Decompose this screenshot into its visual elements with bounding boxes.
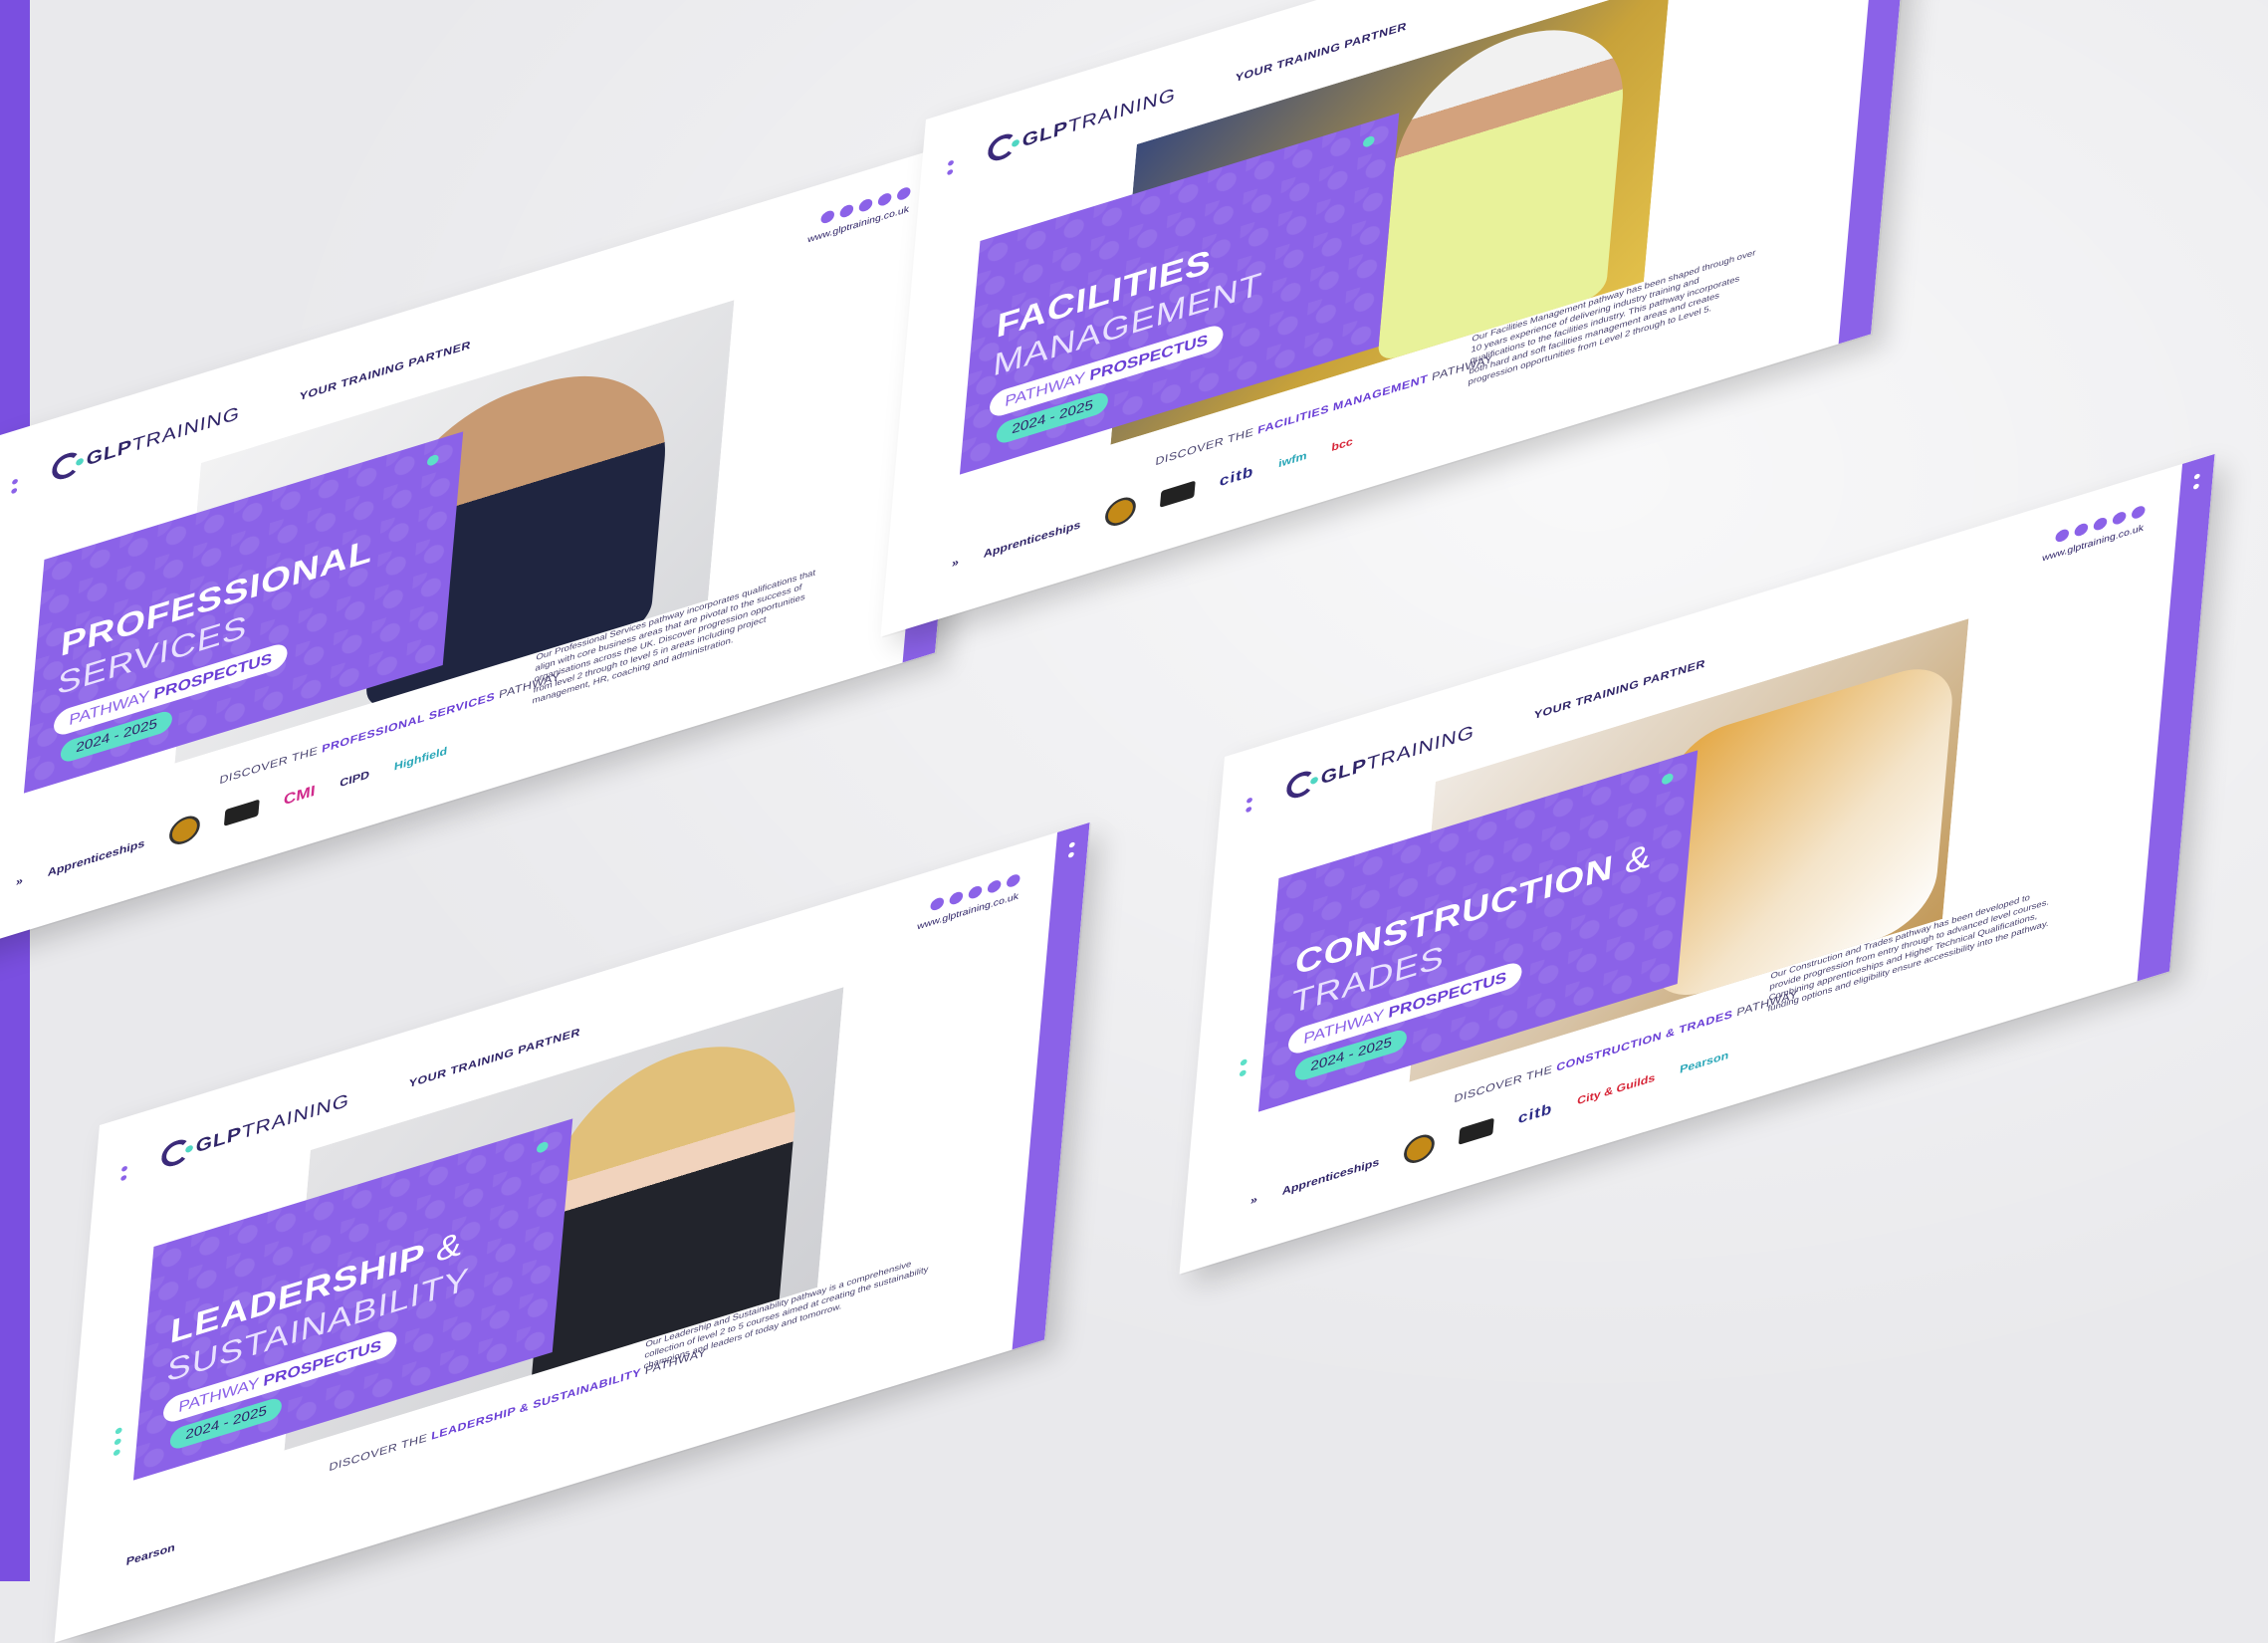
decorative-dots	[113, 1426, 122, 1462]
logo-pearson: Pearson	[125, 1540, 176, 1568]
brochure-professional-services: GLPTRAINING YOUR TRAINING PARTNER www.gl…	[0, 134, 981, 956]
logo-city-guilds: City & Guilds	[1576, 1070, 1656, 1107]
spine: BUILDING FUTURES | CRAFTING CAREERS	[1838, 0, 1917, 345]
brochure-facilities-management: GLPTRAINING YOUR TRAINING PARTNER www.gl…	[880, 0, 1917, 637]
decorative-dots	[120, 1165, 128, 1185]
seal-icon	[168, 812, 202, 848]
instagram-icon	[839, 203, 854, 219]
linkedin-icon	[858, 197, 873, 214]
chevron-icon: »	[1249, 1192, 1258, 1207]
seal-icon	[1104, 493, 1138, 530]
glp-logo-icon	[987, 129, 1019, 164]
logo-apprenticeships: Apprenticeships	[47, 835, 145, 879]
chevron-icon: »	[15, 873, 24, 888]
title-bold: CONSTRUCTION &	[1293, 836, 1654, 983]
badge-icon	[223, 799, 260, 826]
spine: BUILDING FUTURES | CRAFTING CAREERS	[1012, 822, 1090, 1350]
seal-icon	[1403, 1130, 1437, 1167]
decorative-dots	[11, 478, 19, 498]
facebook-icon	[820, 208, 835, 225]
youtube-icon	[987, 878, 1002, 895]
instagram-icon	[2074, 522, 2089, 538]
decorative-dots	[947, 159, 955, 179]
tiktok-icon	[896, 185, 911, 202]
chevron-icon: »	[951, 555, 960, 570]
facebook-icon	[2055, 527, 2070, 544]
logo-citb: citb	[1517, 1098, 1554, 1127]
badge-icon	[1458, 1117, 1494, 1145]
glp-logo-icon	[160, 1135, 192, 1170]
badge-icon	[1159, 480, 1196, 508]
youtube-icon	[877, 191, 892, 208]
linkedin-icon	[968, 884, 983, 901]
spine	[2137, 453, 2215, 982]
logo-cmi: CMI	[283, 781, 317, 809]
logo-bcc: bcc	[1330, 434, 1354, 454]
logo-apprenticeships: Apprenticeships	[983, 517, 1081, 561]
decorative-dots	[1239, 1057, 1247, 1082]
partner-logos: Pearson	[125, 1540, 175, 1568]
logo-highfield: Highfield	[393, 743, 448, 773]
glp-logo-icon	[1285, 767, 1317, 802]
logo-citb: citb	[1219, 461, 1255, 490]
logo-pearson: Pearson	[1679, 1048, 1729, 1075]
logo-cipd: CIPD	[339, 767, 370, 790]
logo-apprenticeships: Apprenticeships	[1281, 1154, 1380, 1198]
glp-logo-icon	[51, 448, 83, 483]
tiktok-icon	[1006, 872, 1021, 889]
instagram-icon	[949, 890, 964, 906]
youtube-icon	[2112, 510, 2127, 527]
brochure-construction-trades: GLPTRAINING YOUR TRAINING PARTNER www.gl…	[1179, 453, 2215, 1275]
linkedin-icon	[2093, 516, 2108, 533]
decorative-dots	[1246, 797, 1253, 817]
logo-iwfm: iwfm	[1277, 448, 1308, 470]
brochure-leadership-sustainability: GLPTRAINING YOUR TRAINING PARTNER www.gl…	[54, 822, 1090, 1643]
tiktok-icon	[2131, 504, 2146, 521]
facebook-icon	[930, 895, 945, 912]
